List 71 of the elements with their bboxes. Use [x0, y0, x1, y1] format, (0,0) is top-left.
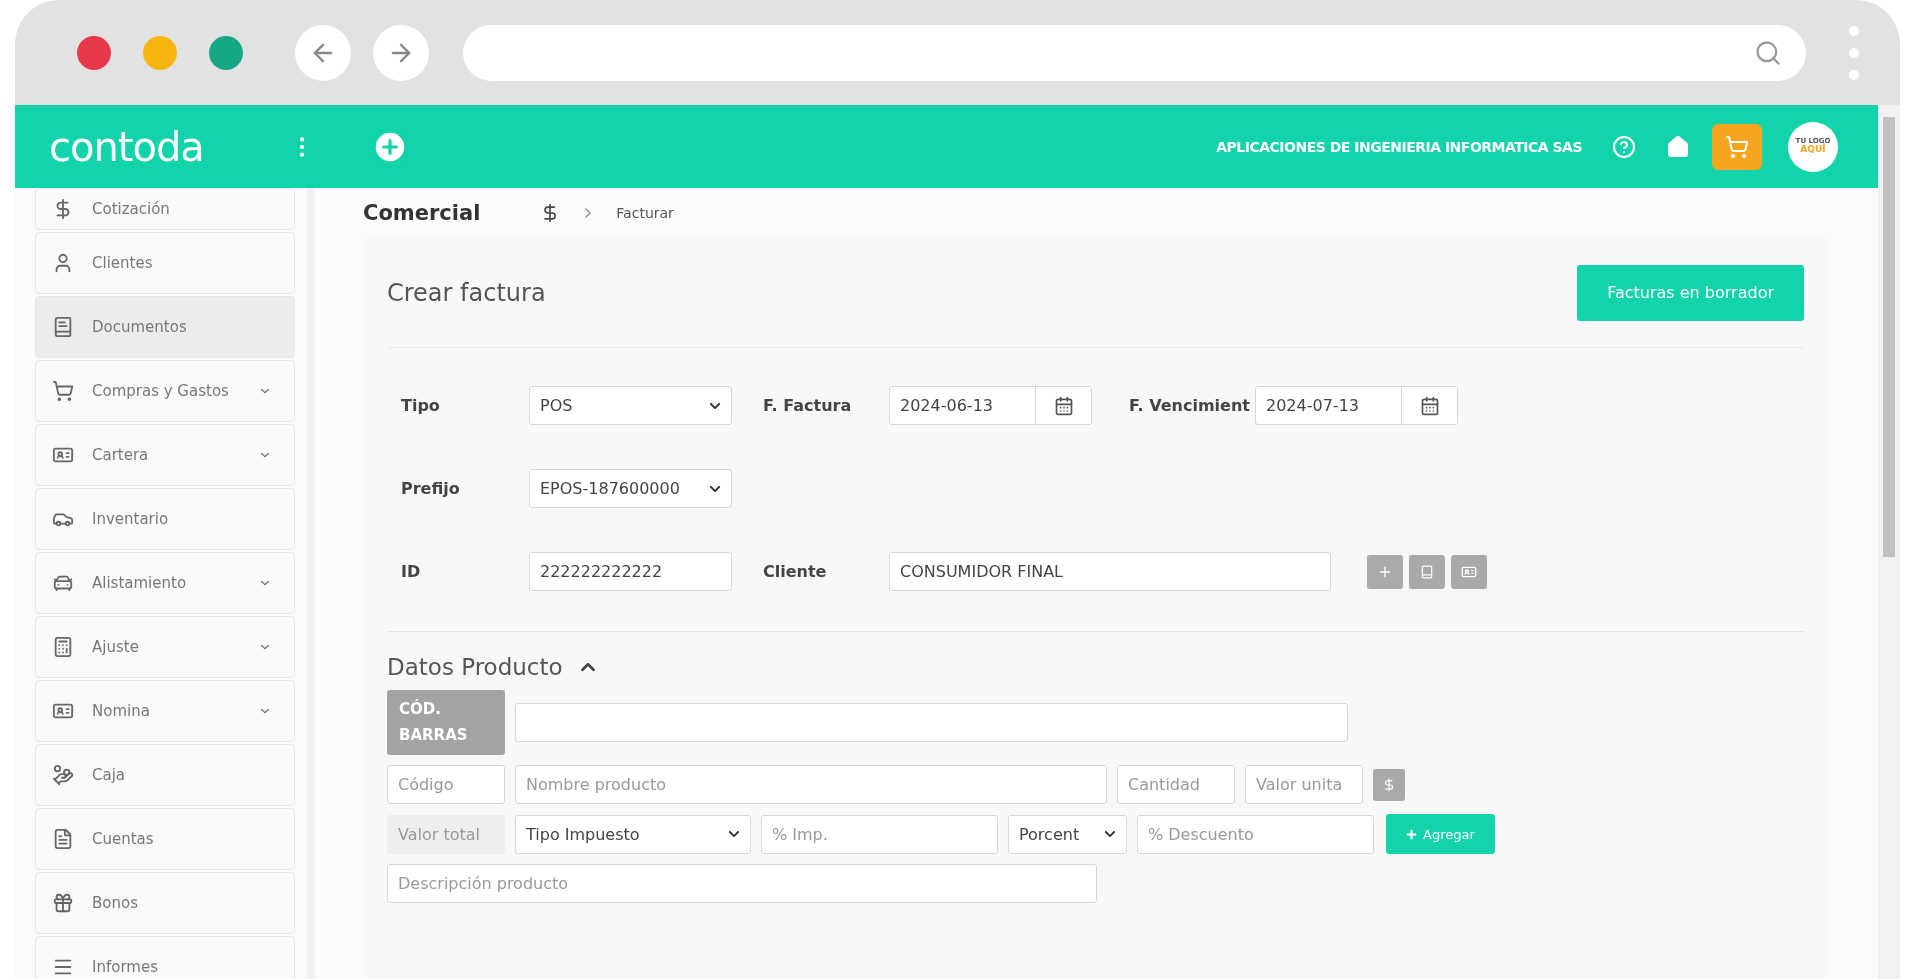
invoice-date-field[interactable]: 2024-06-13	[889, 386, 1092, 425]
sidebar-item[interactable]: Documentos	[35, 296, 295, 358]
sidebar-item[interactable]: Informes	[35, 936, 295, 979]
id-field[interactable]: 222222222222	[529, 552, 732, 591]
field-label: Prefijo	[400, 479, 461, 498]
sidebar-item-icon	[52, 316, 74, 338]
sidebar-item[interactable]: Ajuste	[35, 616, 295, 678]
description-field[interactable]: Descripción producto	[387, 864, 1097, 903]
sidebar-item[interactable]: Alistamiento	[35, 552, 295, 614]
prefix-select[interactable]: EPOS-187600000	[529, 469, 732, 508]
breadcrumb-current: Facturar	[616, 205, 674, 221]
sidebar-item[interactable]: Compras y Gastos	[35, 360, 295, 422]
dollar-icon	[1382, 777, 1396, 792]
tax-percent-field[interactable]: % Imp.	[761, 814, 998, 854]
card-title: Crear factura	[387, 278, 546, 307]
field-label: Cliente	[762, 562, 828, 581]
cart-icon	[1725, 134, 1749, 159]
search-icon	[1754, 38, 1782, 67]
code-field[interactable]: Código	[387, 765, 505, 804]
field-label: Tipo	[400, 396, 441, 415]
sidebar-item[interactable]: Inventario	[35, 488, 295, 550]
section-title: Datos Producto	[387, 654, 563, 680]
sidebar-item-icon	[52, 764, 74, 786]
due-date-field[interactable]: 2024-07-13	[1255, 386, 1458, 425]
sidebar-item-icon	[52, 828, 74, 850]
product-name-field[interactable]: Nombre producto	[515, 765, 1107, 804]
scrollbar[interactable]	[1878, 105, 1900, 979]
barcode-label: CÓD. BARRAS	[387, 690, 505, 755]
chevron-down-icon	[728, 828, 740, 840]
page-title: Comercial	[363, 201, 481, 225]
unit-price-field[interactable]: Valor unita	[1245, 765, 1363, 804]
sidebar-item[interactable]: Cuentas	[35, 808, 295, 870]
quantity-field[interactable]: Cantidad	[1117, 765, 1235, 804]
field-label: F. Vencimient	[1128, 396, 1251, 415]
type-select[interactable]: POS	[529, 386, 732, 425]
book-button[interactable]	[1409, 554, 1445, 589]
client-field[interactable]: CONSUMIDOR FINAL	[889, 552, 1331, 591]
company-name: APLICACIONES DE INGENIERIA INFORMATICA SAS	[1216, 138, 1582, 155]
cart-button[interactable]	[1712, 123, 1762, 170]
calendar-button[interactable]	[1401, 387, 1457, 424]
sidebar-item[interactable]: Nomina	[35, 680, 295, 742]
barcode-field[interactable]	[515, 703, 1348, 742]
sidebar-item[interactable]: Caja	[35, 744, 295, 806]
sidebar-item[interactable]: Clientes	[35, 232, 295, 294]
discount-type-select[interactable]: Porcent	[1008, 814, 1127, 854]
discount-field[interactable]: % Descuento	[1137, 814, 1374, 854]
sidebar-item[interactable]: Cartera	[35, 424, 295, 486]
sidebar-item-icon	[52, 636, 74, 658]
window-maximize-dot[interactable]	[209, 35, 243, 70]
home-icon[interactable]	[1666, 134, 1690, 159]
field-label: F. Factura	[762, 396, 853, 415]
field-label: ID	[400, 562, 422, 581]
sidebar-item-icon	[52, 892, 74, 914]
help-icon[interactable]	[1612, 134, 1636, 159]
window-close-dot[interactable]	[77, 35, 111, 70]
browser-menu-icon[interactable]	[1848, 25, 1860, 80]
calendar-icon	[1053, 395, 1074, 416]
app-logo: contoda	[49, 123, 205, 170]
chevron-down-icon	[1104, 828, 1116, 840]
calendar-icon	[1419, 395, 1440, 416]
sidebar-item[interactable]: Cotización	[35, 188, 295, 230]
window-minimize-dot[interactable]	[143, 35, 177, 70]
sidebar-item[interactable]: Bonos	[35, 872, 295, 934]
calendar-button[interactable]	[1035, 387, 1091, 424]
book-icon	[1420, 564, 1434, 579]
plus-icon	[1406, 828, 1418, 840]
add-client-button[interactable]	[1367, 554, 1403, 589]
price-button[interactable]	[1373, 768, 1405, 801]
tax-type-select[interactable]: Tipo Impuesto	[515, 814, 751, 854]
sidebar-item-icon	[52, 380, 74, 402]
id-card-button[interactable]	[1451, 554, 1487, 589]
